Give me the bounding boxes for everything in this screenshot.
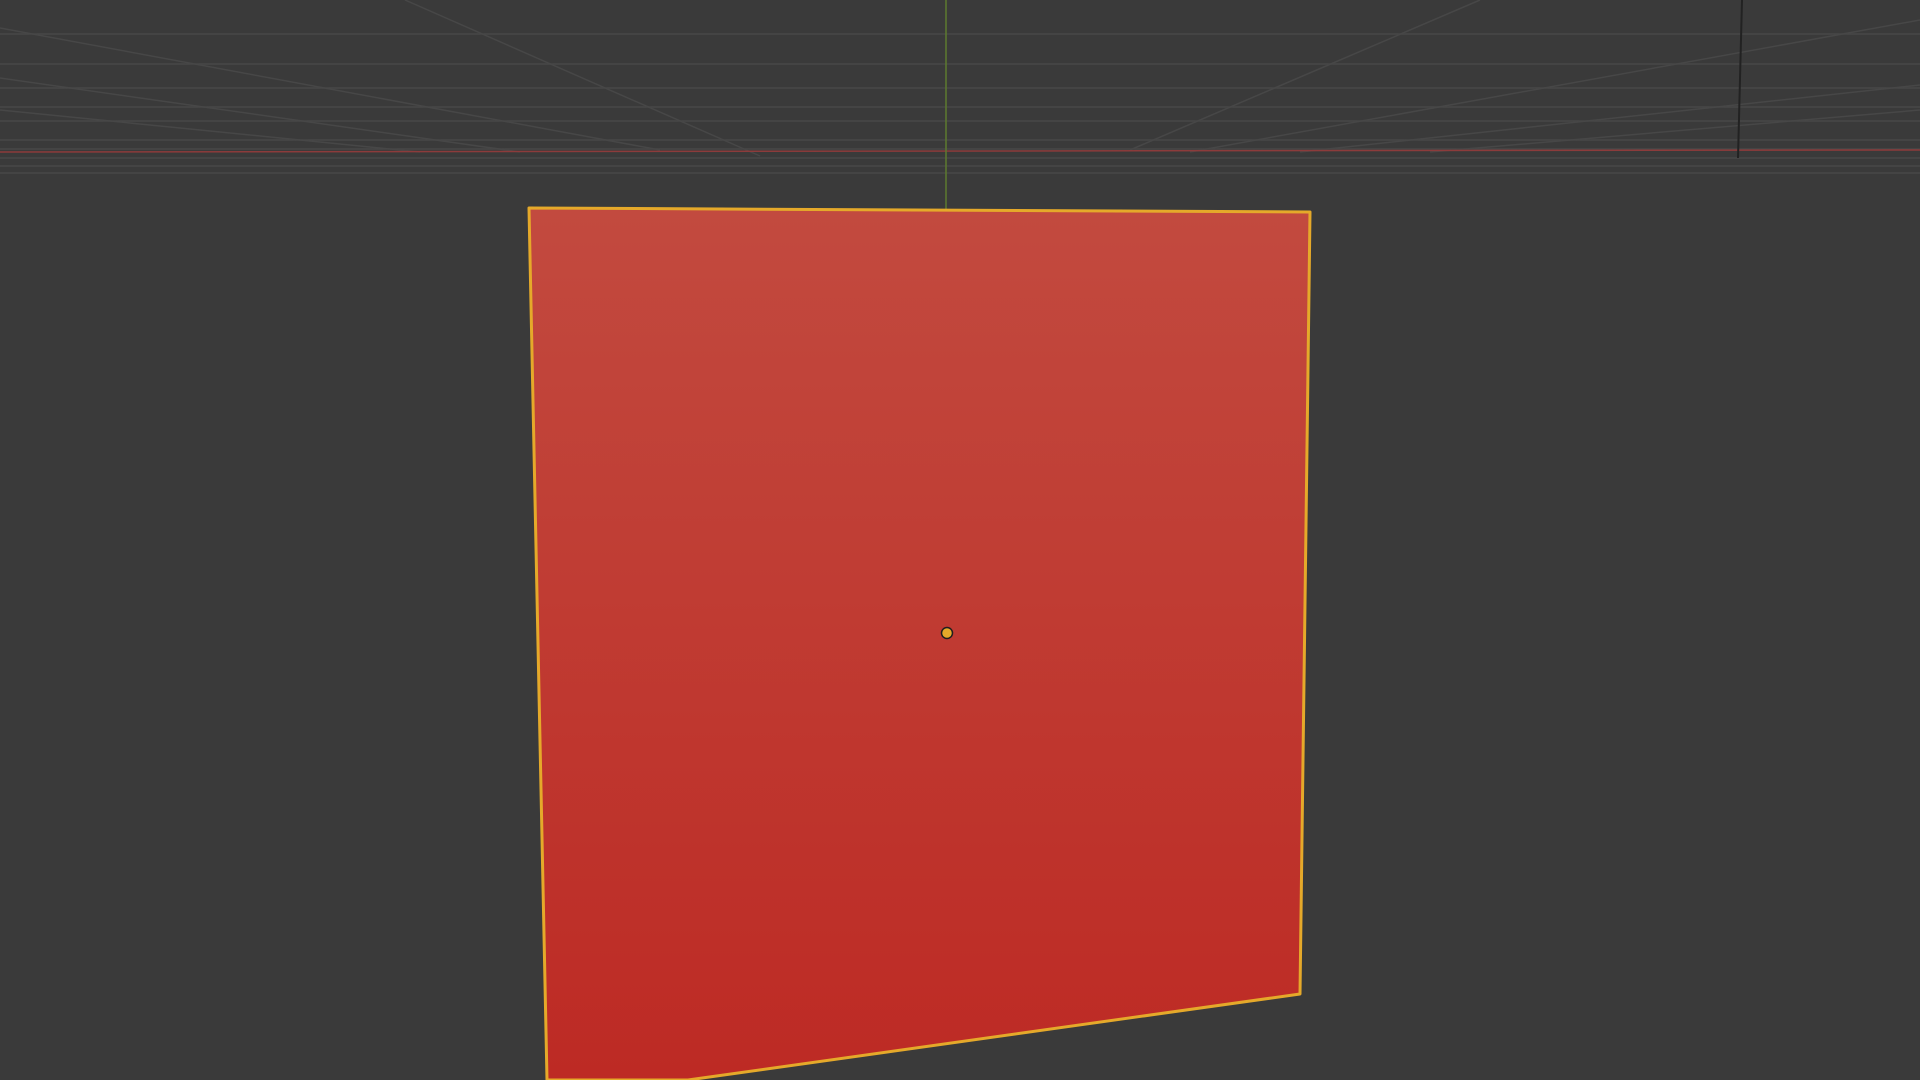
viewport-canvas[interactable] — [0, 0, 1920, 1080]
object-origin-point[interactable] — [940, 626, 954, 640]
plane-face[interactable] — [527, 206, 1312, 1080]
selected-plane[interactable] — [527, 206, 1312, 1080]
3d-viewport[interactable] — [0, 0, 1920, 1080]
